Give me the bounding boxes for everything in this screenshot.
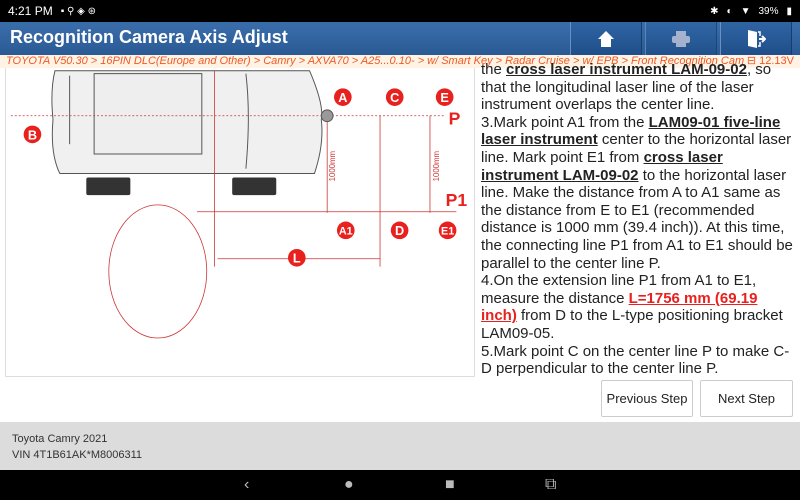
notification-icons: ▪ ⚲ ◈ ⊛ [60, 5, 96, 17]
label-a1: A1 [339, 225, 353, 237]
label-l: L [293, 251, 301, 266]
home-icon [598, 30, 614, 47]
instructions-text: the cross laser instrument LAM-09-02, so… [481, 61, 797, 377]
vehicle-name: Toyota Camry 2021 [12, 433, 108, 445]
diagram-image: A C E B A1 D E1 L P P1 1000mm 1000mm [5, 68, 475, 377]
home-button[interactable] [570, 22, 642, 55]
wifi-icon: ▼ [740, 5, 751, 17]
label-a: A [338, 90, 347, 105]
battery-icon: ▮ [786, 5, 792, 17]
clock: 4:21 PM [8, 4, 53, 18]
page-title: Recognition Camera Axis Adjust [10, 27, 288, 47]
app-header: Recognition Camera Axis Adjust [0, 22, 800, 55]
vehicle-vin: VIN 4T1B61AK*M8006311 [12, 449, 143, 461]
label-e1: E1 [441, 225, 454, 237]
instruction-step-4: 4.On the extension line P1 from A1 to E1… [481, 272, 797, 342]
instruction-step-5: 5.Mark point C on the center line P to m… [481, 342, 790, 378]
bluetooth-icon: ✱ [710, 5, 719, 17]
exit-button[interactable] [720, 22, 792, 55]
instruction-text-run: 3.Mark point A1 from the [481, 113, 649, 131]
instruction-text-run: the [481, 61, 507, 78]
back-icon[interactable]: ‹ [244, 476, 249, 494]
label-e: E [440, 90, 448, 105]
screenshot-icon[interactable]: ⧉ [545, 476, 556, 494]
print-icon [672, 30, 690, 47]
instruction-text-run: from D to the L-type positioning bracket… [481, 307, 783, 342]
battery-level: 39% [758, 5, 779, 17]
print-button[interactable] [645, 22, 717, 55]
label-p1: P1 [446, 190, 468, 210]
status-bar: 4:21 PM ▪ ⚲ ◈ ⊛ ✱ ◐ ▼ 39% ▮ [0, 0, 800, 22]
label-b: B [28, 127, 37, 142]
distance-a-a1: 1000mm [328, 151, 337, 181]
vibrate-icon: ◐ [726, 5, 733, 17]
vehicle-info: Toyota Camry 2021 VIN 4T1B61AK*M8006311 [0, 422, 800, 470]
exit-icon [748, 29, 766, 48]
label-d: D [395, 223, 404, 238]
recents-icon[interactable]: ■ [445, 476, 455, 494]
previous-step-button[interactable]: Previous Step [601, 380, 693, 417]
instruction-step-3: 3.Mark point A1 from the LAM09-01 five-l… [481, 114, 797, 272]
android-nav-bar: ‹ ● ■ ⧉ [0, 470, 800, 500]
distance-e-e1: 1000mm [432, 151, 441, 181]
label-c: C [390, 90, 399, 105]
instruction-step-2: the cross laser instrument LAM-09-02, so… [481, 61, 797, 114]
label-p: P [449, 109, 461, 129]
next-step-button[interactable]: Next Step [700, 380, 793, 417]
home-nav-icon[interactable]: ● [344, 476, 354, 494]
instruction-text-run: cross laser instrument LAM-09-02 [506, 61, 747, 78]
